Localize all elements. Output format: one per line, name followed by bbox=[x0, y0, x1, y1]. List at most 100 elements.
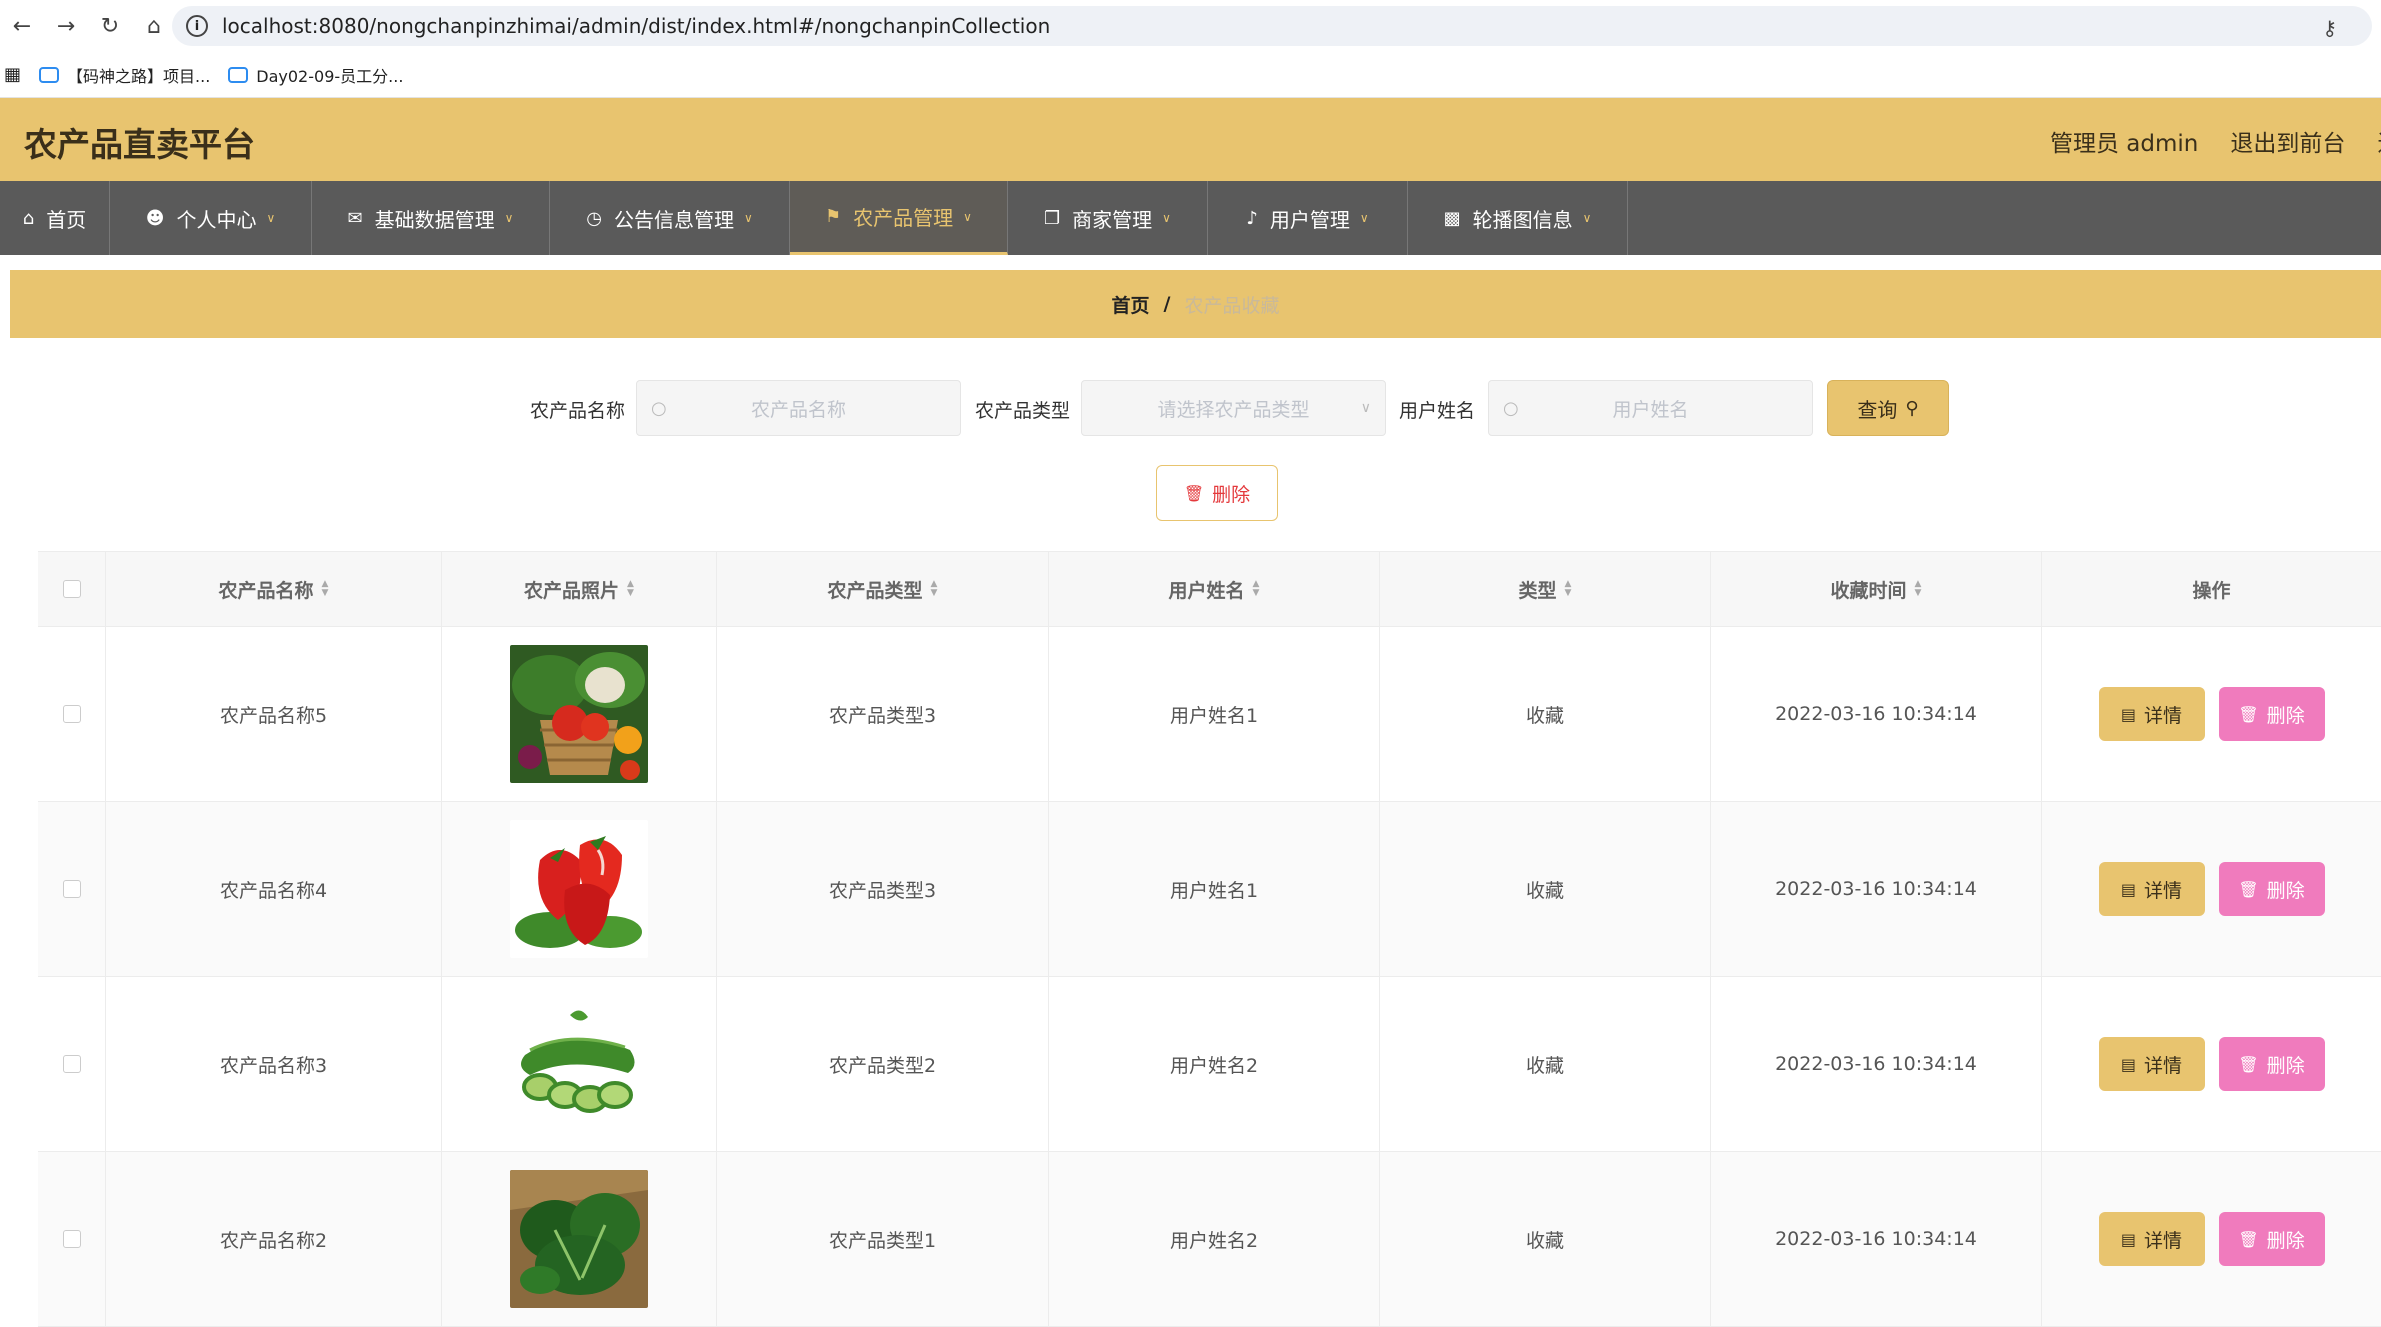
search-icon: ○ bbox=[1503, 397, 1519, 419]
row-checkbox[interactable] bbox=[62, 1230, 81, 1248]
nav-item-label: 基础数据管理 bbox=[374, 207, 495, 232]
home-browser-icon[interactable]: ⌂ bbox=[132, 4, 176, 48]
document-icon: ▤ bbox=[2120, 704, 2137, 724]
kind-cell: 收藏 bbox=[1380, 627, 1711, 801]
nav-item-notice[interactable]: ◷ 公告信息管理 ∨ bbox=[550, 181, 790, 255]
chevron-down-icon: ∨ bbox=[1582, 211, 1592, 225]
actions-cell: ▤ 详情 🗑 删除 bbox=[2042, 627, 2381, 801]
detail-button[interactable]: ▤ 详情 bbox=[2098, 1212, 2205, 1266]
sort-icon[interactable]: ▲ ▼ bbox=[322, 580, 329, 598]
product-name-input[interactable]: ○ 农产品名称 bbox=[636, 380, 961, 436]
spinach-photo[interactable] bbox=[510, 1170, 648, 1308]
bookmark-item[interactable]: Day02-09-员工分... bbox=[228, 63, 403, 87]
reload-icon[interactable]: ↻ bbox=[88, 4, 132, 48]
sort-icon[interactable]: ▲ ▼ bbox=[931, 580, 938, 598]
product-name-label: 农产品名称 bbox=[530, 400, 626, 422]
product-name-cell: 农产品名称2 bbox=[106, 1152, 442, 1326]
delete-label: 删除 bbox=[2266, 1054, 2305, 1077]
row-checkbox[interactable] bbox=[62, 880, 81, 898]
nav-item-user[interactable]: ♪ 用户管理 ∨ bbox=[1208, 181, 1408, 255]
chevron-down-icon: ∨ bbox=[963, 209, 972, 224]
collect-time-cell: 2022-03-16 10:34:14 bbox=[1711, 1152, 2042, 1326]
product-name-cell: 农产品名称4 bbox=[106, 802, 442, 976]
delete-label: 删除 bbox=[2266, 704, 2305, 727]
delete-button[interactable]: 🗑 删除 bbox=[2218, 862, 2325, 916]
collection-table: 农产品名称 ▲ ▼ 农产品照片 ▲ ▼ 农产品类型 ▲ ▼ 用户姓名 ▲ ▼ 类型 ▲ ▼ 收藏时间… bbox=[38, 551, 2381, 1327]
nav-item-basic-data[interactable]: ✉ 基础数据管理 ∨ bbox=[312, 181, 550, 255]
col-actions: 操作 bbox=[2042, 552, 2381, 626]
col-user-name[interactable]: 用户姓名 ▲ ▼ bbox=[1049, 552, 1380, 626]
col-product-photo[interactable]: 农产品照片 ▲ ▼ bbox=[442, 552, 717, 626]
site-info-icon[interactable]: i bbox=[186, 15, 208, 37]
detail-button[interactable]: ▤ 详情 bbox=[2098, 862, 2205, 916]
sort-icon[interactable]: ▲ ▼ bbox=[1253, 580, 1260, 598]
nav-item-label: 首页 bbox=[46, 207, 87, 232]
collect-time-cell: 2022-03-16 10:34:14 bbox=[1711, 977, 2042, 1151]
user-name-cell: 用户姓名1 bbox=[1049, 802, 1380, 976]
detail-label: 详情 bbox=[2144, 1229, 2183, 1252]
strawberries-photo[interactable] bbox=[510, 820, 648, 958]
col-product-name[interactable]: 农产品名称 ▲ ▼ bbox=[106, 552, 442, 626]
batch-delete-label: 删除 bbox=[1212, 483, 1251, 506]
col-kind[interactable]: 类型 ▲ ▼ bbox=[1380, 552, 1711, 626]
user-name-placeholder: 用户姓名 bbox=[1612, 398, 1689, 421]
sort-icon[interactable]: ▲ ▼ bbox=[1915, 580, 1922, 598]
back-icon[interactable]: ← bbox=[0, 4, 44, 48]
address-bar[interactable]: i localhost:8080/nongchanpinzhimai/admin… bbox=[172, 6, 2372, 46]
nav-item-personal[interactable]: ☻ 个人中心 ∨ bbox=[110, 181, 312, 255]
apps-grid-icon[interactable]: ▦ bbox=[4, 64, 21, 85]
trash-icon: 🗑 bbox=[2238, 879, 2259, 899]
delete-button[interactable]: 🗑 删除 bbox=[2218, 1037, 2325, 1091]
nav-item-label: 农产品管理 bbox=[853, 206, 954, 230]
delete-label: 删除 bbox=[2266, 1229, 2305, 1252]
user-icon: ☻ bbox=[145, 207, 165, 229]
select-all-cell bbox=[38, 552, 106, 626]
product-name-cell: 农产品名称3 bbox=[106, 977, 442, 1151]
row-checkbox[interactable] bbox=[62, 705, 81, 723]
detail-label: 详情 bbox=[2144, 1054, 2183, 1077]
delete-button[interactable]: 🗑 删除 bbox=[2218, 1212, 2325, 1266]
query-button[interactable]: 查询 ⚲ bbox=[1827, 380, 1949, 436]
user-name-input[interactable]: ○ 用户姓名 bbox=[1488, 380, 1813, 436]
sort-icon[interactable]: ▲ ▼ bbox=[1565, 580, 1572, 598]
cucumber-photo[interactable] bbox=[510, 995, 648, 1133]
sort-icon[interactable]: ▲ ▼ bbox=[627, 580, 634, 598]
logout-link[interactable]: 退 bbox=[2377, 124, 2381, 158]
home-icon: ⌂ bbox=[22, 207, 35, 229]
search-icon: ⚲ bbox=[1905, 397, 1919, 419]
product-photo-cell bbox=[442, 977, 717, 1151]
row-checkbox[interactable] bbox=[62, 1055, 81, 1073]
detail-button[interactable]: ▤ 详情 bbox=[2098, 687, 2205, 741]
table-row: 农产品名称3 农产品类型2 用户姓名2 收藏 2022-03-16 10:34:… bbox=[38, 977, 2381, 1152]
breadcrumb-separator: / bbox=[1163, 293, 1171, 315]
batch-delete-button[interactable]: 🗑 删除 bbox=[1156, 465, 1278, 521]
col-collect-time[interactable]: 收藏时间 ▲ ▼ bbox=[1711, 552, 2042, 626]
browser-toolbar: ← → ↻ ⌂ i localhost:8080/nongchanpinzhim… bbox=[0, 0, 2381, 52]
product-type-placeholder: 请选择农产品类型 bbox=[1157, 398, 1310, 421]
document-icon: ▤ bbox=[2120, 1054, 2137, 1074]
vegetable-basket-photo[interactable] bbox=[510, 645, 648, 783]
nav-item-carousel[interactable]: ▩ 轮播图信息 ∨ bbox=[1408, 181, 1628, 255]
nav-item-merchant[interactable]: ❐ 商家管理 ∨ bbox=[1008, 181, 1208, 255]
exit-to-frontend-link[interactable]: 退出到前台 bbox=[2230, 124, 2345, 158]
detail-button[interactable]: ▤ 详情 bbox=[2098, 1037, 2205, 1091]
nav-item-home[interactable]: ⌂ 首页 bbox=[0, 181, 110, 255]
bookmark-item[interactable]: 【码神之路】项目... bbox=[39, 63, 210, 87]
trash-icon: 🗑 bbox=[2238, 1229, 2259, 1249]
actions-cell: ▤ 详情 🗑 删除 bbox=[2042, 1152, 2381, 1326]
key-icon[interactable]: ⚷ bbox=[2322, 16, 2337, 40]
breadcrumb-home[interactable]: 首页 bbox=[1112, 291, 1150, 318]
col-label: 收藏时间 bbox=[1830, 579, 1907, 602]
kind-cell: 收藏 bbox=[1380, 1152, 1711, 1326]
col-product-type[interactable]: 农产品类型 ▲ ▼ bbox=[717, 552, 1049, 626]
select-all-checkbox[interactable] bbox=[62, 580, 81, 598]
delete-button[interactable]: 🗑 删除 bbox=[2218, 687, 2325, 741]
product-type-select[interactable]: 请选择农产品类型 ∨ bbox=[1081, 380, 1386, 436]
nav-item-product[interactable]: ⚑ 农产品管理 ∨ bbox=[790, 181, 1008, 255]
forward-icon[interactable]: → bbox=[44, 4, 88, 48]
chevron-down-icon: ∨ bbox=[1162, 211, 1171, 225]
query-label: 查询 bbox=[1857, 397, 1898, 422]
breadcrumb: 首页 / 农产品收藏 bbox=[10, 270, 2381, 338]
product-type-cell: 农产品类型1 bbox=[717, 1152, 1049, 1326]
nav-item-label: 个人中心 bbox=[176, 207, 257, 232]
